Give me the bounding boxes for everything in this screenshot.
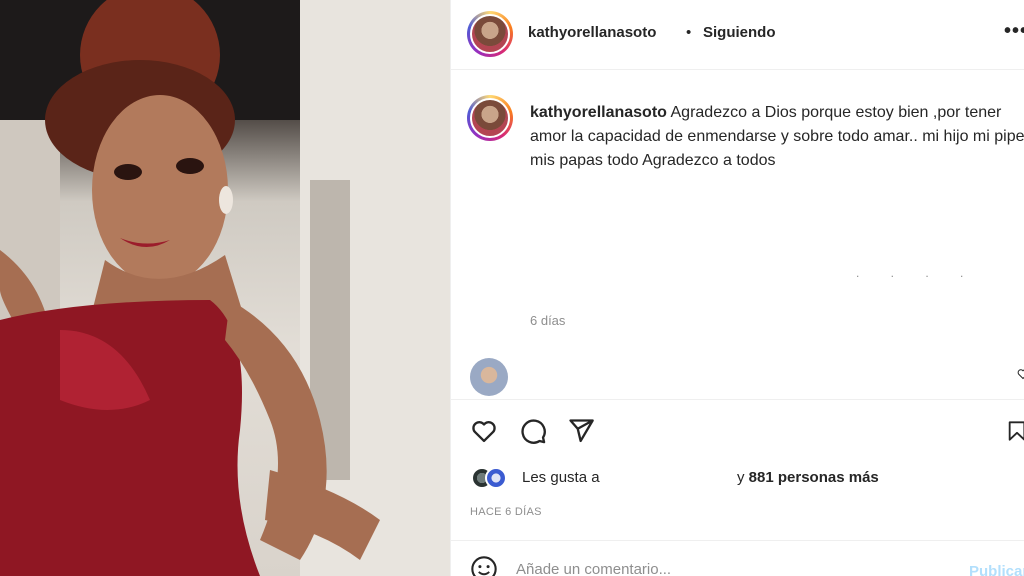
- caption-block: kathyorellanasoto Agradezco a Dios porqu…: [451, 71, 1024, 356]
- post-header: kathyorellanasoto • Siguiendo •••: [451, 0, 1024, 70]
- caption-time: 6 días: [530, 313, 566, 328]
- comment-row: [451, 356, 1024, 400]
- heart-icon[interactable]: [470, 417, 498, 445]
- post-date: HACE 6 DÍAS: [470, 506, 542, 518]
- author-avatar[interactable]: [467, 11, 513, 57]
- caption: kathyorellanasoto Agradezco a Dios porqu…: [530, 101, 1024, 173]
- emoji-icon[interactable]: [470, 555, 498, 576]
- bookmark-icon[interactable]: [1006, 417, 1024, 445]
- post-photo-illustration: [0, 0, 450, 576]
- separator-dot: •: [686, 24, 692, 41]
- comment-icon[interactable]: [519, 417, 547, 445]
- caption-hidden-emojis: . . . .: [856, 266, 978, 280]
- comment-input[interactable]: [516, 561, 946, 576]
- likes-row: Les gusta a y 881 personas más: [451, 462, 1024, 494]
- comment-like-icon[interactable]: [1017, 368, 1024, 380]
- caption-username[interactable]: kathyorellanasoto: [530, 104, 667, 121]
- post-image[interactable]: [0, 0, 450, 576]
- likes-count-text[interactable]: y 881 personas más: [737, 469, 879, 486]
- commenter-avatar[interactable]: [470, 358, 508, 396]
- liker-avatar[interactable]: [485, 467, 507, 489]
- more-options-icon[interactable]: •••: [1004, 20, 1024, 43]
- add-comment-bar: Publicar: [451, 540, 1024, 576]
- author-username[interactable]: kathyorellanasoto: [528, 24, 656, 41]
- send-icon[interactable]: [567, 417, 595, 445]
- liker-avatars[interactable]: [471, 467, 515, 491]
- caption-author-avatar[interactable]: [467, 95, 513, 141]
- likes-suffix: y: [737, 469, 745, 486]
- action-bar: [451, 410, 1024, 454]
- post-detail-panel: kathyorellanasoto • Siguiendo ••• kathyo…: [450, 0, 1024, 576]
- likes-prefix: Les gusta a: [522, 469, 600, 486]
- following-button[interactable]: Siguiendo: [703, 24, 776, 41]
- publish-button[interactable]: Publicar: [969, 563, 1024, 576]
- likes-count[interactable]: 881 personas más: [749, 469, 879, 486]
